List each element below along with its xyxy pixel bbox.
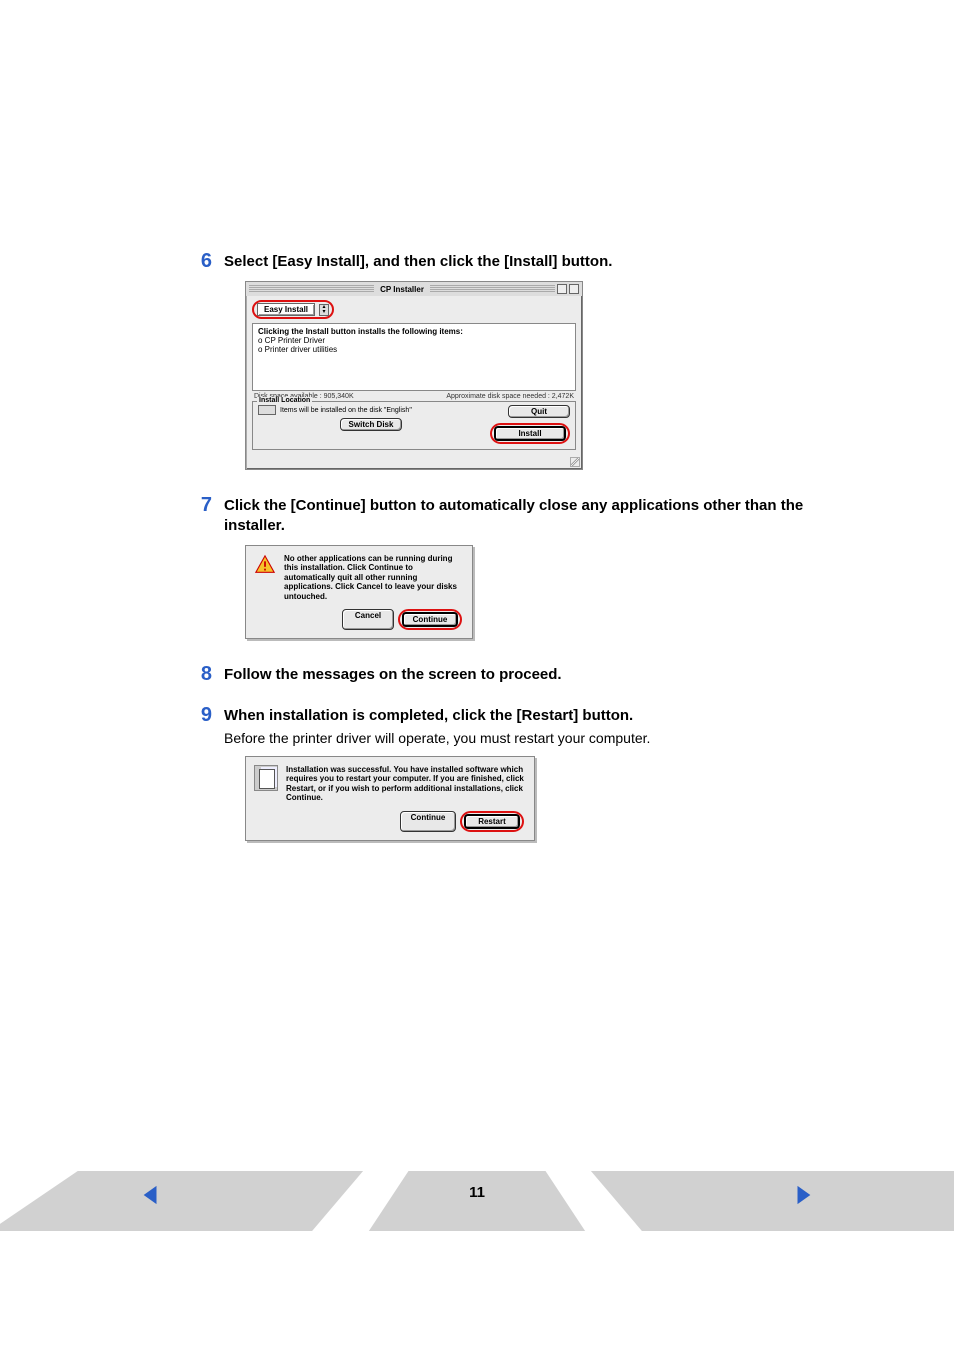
switch-disk-button[interactable]: Switch Disk (340, 418, 402, 431)
page-footer: 11 (0, 1171, 954, 1231)
install-list-header: Clicking the Install button installs the… (258, 327, 570, 336)
continue-button[interactable]: Continue (400, 811, 456, 832)
resize-grip-icon (570, 457, 580, 467)
install-item: o Printer driver utilities (258, 345, 570, 354)
page-number: 11 (469, 1184, 485, 1201)
install-location-text: Items will be installed on the disk "Eng… (258, 405, 484, 415)
install-item: o CP Printer Driver (258, 336, 570, 345)
highlight-install: Install (490, 423, 570, 444)
screenshot-installer: CP Installer Easy Install Clicking the I… (245, 281, 854, 470)
continue-dialog: No other applications can be running dur… (245, 545, 473, 640)
screenshot-restart-dialog: Installation was successful. You have in… (245, 756, 854, 841)
step-8: 8 Follow the messages on the screen to p… (190, 663, 854, 686)
restart-dialog-text: Installation was successful. You have in… (286, 765, 524, 803)
step-number: 9 (190, 704, 224, 727)
prev-page-button[interactable] (140, 1183, 162, 1207)
titlebar: CP Installer (246, 282, 582, 296)
step-subtext: Before the printer driver will operate, … (224, 729, 854, 748)
step-7: 7 Click the [Continue] button to automat… (190, 494, 854, 537)
next-page-button[interactable] (792, 1183, 814, 1207)
step-text: Select [Easy Install], and then click th… (224, 250, 854, 272)
installer-body: Easy Install Clicking the Install button… (246, 296, 582, 456)
warning-icon (254, 554, 276, 576)
step-text: When installation is completed, click th… (224, 704, 854, 747)
restart-button[interactable]: Restart (464, 814, 520, 829)
installer-doc-icon (254, 765, 278, 791)
titlebar-stripe (430, 285, 555, 293)
step-text: Follow the messages on the screen to pro… (224, 663, 854, 685)
resize-corner[interactable] (246, 456, 582, 469)
highlight-restart: Restart (460, 811, 524, 832)
titlebar-stripe (249, 285, 374, 293)
window-collapse-icon[interactable] (557, 284, 567, 294)
step-number: 6 (190, 250, 224, 273)
step-text: Click the [Continue] button to automatic… (224, 494, 854, 537)
disk-needed: Approximate disk space needed : 2,472K (446, 393, 574, 400)
disk-icon (258, 405, 276, 415)
window-zoom-icon[interactable] (569, 284, 579, 294)
install-location-frame: Install Location Items will be installed… (252, 401, 576, 450)
step-number: 7 (190, 494, 224, 517)
install-type-dropdown[interactable]: Easy Install (257, 303, 315, 316)
highlight-easy-install: Easy Install (252, 300, 334, 319)
step-number: 8 (190, 663, 224, 686)
continue-dialog-text: No other applications can be running dur… (284, 554, 462, 602)
window-title: CP Installer (374, 285, 430, 294)
quit-button[interactable]: Quit (508, 405, 570, 418)
page-content: 6 Select [Easy Install], and then click … (0, 0, 954, 1351)
restart-dialog: Installation was successful. You have in… (245, 756, 535, 841)
cancel-button[interactable]: Cancel (342, 609, 394, 630)
chevron-right-icon (792, 1183, 814, 1207)
install-button[interactable]: Install (494, 426, 566, 441)
screenshot-continue-dialog: No other applications can be running dur… (245, 545, 854, 640)
step-6: 6 Select [Easy Install], and then click … (190, 250, 854, 273)
step-9: 9 When installation is completed, click … (190, 704, 854, 747)
install-items-panel: Clicking the Install button installs the… (252, 323, 576, 391)
install-location-legend: Install Location (257, 397, 312, 404)
chevron-left-icon (140, 1183, 162, 1207)
continue-button[interactable]: Continue (402, 612, 458, 627)
installer-window: CP Installer Easy Install Clicking the I… (245, 281, 583, 470)
dropdown-arrow-icon[interactable] (319, 304, 329, 316)
highlight-continue: Continue (398, 609, 462, 630)
